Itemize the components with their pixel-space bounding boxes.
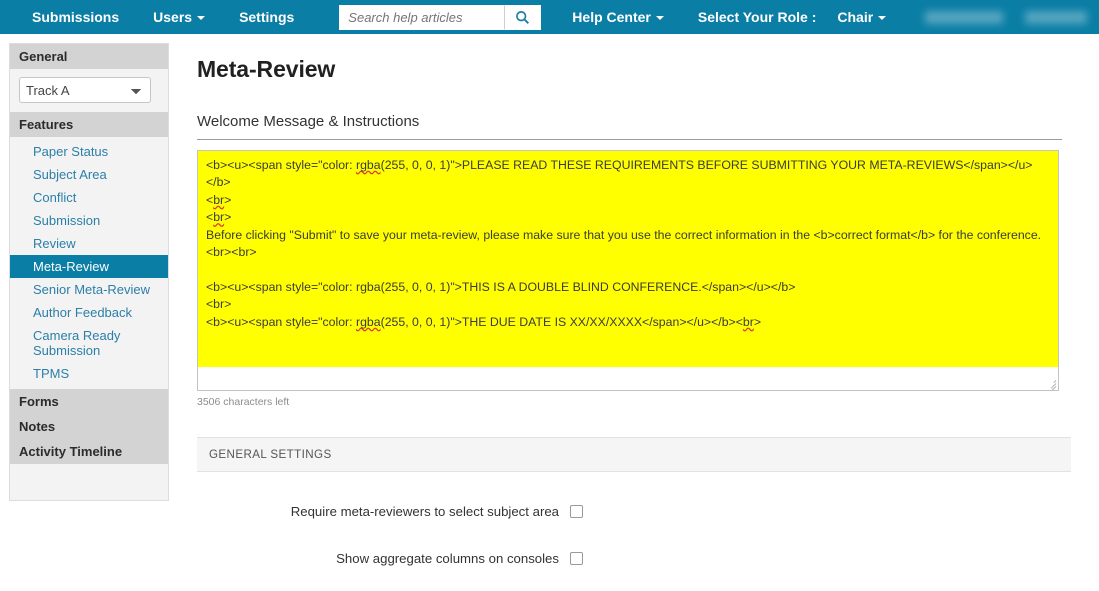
editor-text: <b><u><span style="color: xyxy=(206,314,356,329)
sidebar-item-paper-status[interactable]: Paper Status xyxy=(10,140,168,163)
editor-line: Before clicking "Submit" to save your me… xyxy=(206,227,1054,244)
redacted-user-name xyxy=(925,10,1004,24)
nav-item-users-label: Users xyxy=(153,9,193,25)
sidebar-item-tpms[interactable]: TPMS xyxy=(10,362,168,385)
character-counter: 3506 characters left xyxy=(197,396,290,408)
resize-handle[interactable] xyxy=(1044,376,1057,390)
sidebar-header-general: General xyxy=(10,44,168,69)
role-dropdown[interactable]: Chair xyxy=(820,0,903,34)
editor-text: </b> xyxy=(206,175,231,190)
spellcheck-word: br xyxy=(213,192,225,207)
welcome-message-textarea[interactable]: <b><u><span style="color: rgba(255, 0, 0… xyxy=(197,150,1059,391)
editor-text: (255, 0, 0, 1)">THE DUE DATE IS XX/XX/XX… xyxy=(380,314,743,329)
sidebar-item-meta-review[interactable]: Meta-Review xyxy=(10,255,168,278)
nav-item-submissions[interactable]: Submissions xyxy=(0,0,136,34)
help-center-label: Help Center xyxy=(572,9,651,25)
option-row-show-aggregate-columns: Show aggregate columns on consoles xyxy=(197,535,583,582)
option-label: Show aggregate columns on consoles xyxy=(336,551,559,566)
editor-line: <b><u><span style="color: rgba(255, 0, 0… xyxy=(206,279,1054,296)
sidebar-item-senior-meta-review[interactable]: Senior Meta-Review xyxy=(10,278,168,301)
spellcheck-word: br xyxy=(213,210,225,225)
sidebar-item-submission[interactable]: Submission xyxy=(10,209,168,232)
nav-item-help-center[interactable]: Help Center xyxy=(555,0,681,34)
chevron-down-icon xyxy=(655,16,664,21)
nav-item-users[interactable]: Users xyxy=(136,0,222,34)
spellcheck-word: br xyxy=(742,314,754,329)
top-navbar: Submissions Users Settings Help Center S… xyxy=(0,0,1099,34)
sidebar-item-review[interactable]: Review xyxy=(10,232,168,255)
editor-line: <b><u><span style="color: rgba(255, 0, 0… xyxy=(206,314,1054,331)
option-row-add-as-meta-reviewer: Add as meta-reviewer when user accepts m… xyxy=(197,582,583,591)
help-search xyxy=(339,4,542,30)
editor-line: <br> xyxy=(206,296,1054,313)
spellcheck-word: rgba xyxy=(355,158,381,172)
select-role-label: Select Your Role : xyxy=(697,9,817,25)
editor-text: <br><br> xyxy=(206,245,257,260)
navbar-right: Help Center Select Your Role : Chair xyxy=(555,0,1088,34)
sidebar-header-forms[interactable]: Forms xyxy=(10,389,168,414)
sidebar-item-camera-ready-submission[interactable]: Camera Ready Submission xyxy=(10,324,168,362)
option-row-require-subject-area: Require meta-reviewers to select subject… xyxy=(197,488,583,535)
nav-item-settings[interactable]: Settings xyxy=(222,0,311,34)
editor-line: </b> xyxy=(206,174,1054,191)
search-button[interactable] xyxy=(504,4,542,30)
general-settings-header: GENERAL SETTINGS xyxy=(197,437,1071,472)
sidebar-header-features: Features xyxy=(10,112,168,137)
editor-text: Before clicking "Submit" to save your me… xyxy=(206,227,1042,242)
editor-text: <br> xyxy=(206,297,232,312)
editor-text: <b><u><span style="color: xyxy=(206,158,356,172)
editor-text: > xyxy=(753,314,762,329)
editor-text: > xyxy=(224,210,232,225)
checkbox-require-subject-area[interactable] xyxy=(570,505,583,518)
track-select[interactable]: Track A xyxy=(19,77,151,103)
page-body: General Track A Features Paper Status Su… xyxy=(0,34,1099,591)
checkbox-show-aggregate-columns[interactable] xyxy=(570,552,583,565)
redacted-sign-out xyxy=(1025,10,1088,24)
editor-line: <br> xyxy=(206,192,1054,209)
track-select-wrap: Track A xyxy=(10,69,168,112)
general-settings-options: Require meta-reviewers to select subject… xyxy=(197,488,1062,591)
editor-text: (255, 0, 0, 1)">PLEASE READ THESE REQUIR… xyxy=(380,158,1033,172)
editor-line: <br> xyxy=(206,209,1054,226)
page-title: Meta-Review xyxy=(197,56,336,82)
chevron-down-icon xyxy=(197,16,206,21)
role-value: Chair xyxy=(837,9,874,25)
sidebar-item-author-feedback[interactable]: Author Feedback xyxy=(10,301,168,324)
welcome-message-editor-wrap: <b><u><span style="color: rgba(255, 0, 0… xyxy=(197,150,1062,408)
welcome-message-text[interactable]: <b><u><span style="color: rgba(255, 0, 0… xyxy=(198,151,1058,367)
sidebar-item-subject-area[interactable]: Subject Area xyxy=(10,163,168,186)
sidebar-feature-list: Paper Status Subject Area Conflict Submi… xyxy=(10,137,168,389)
spellcheck-word: rgba xyxy=(355,314,381,329)
editor-text: <b><u><span style="color: rgba(255, 0, 0… xyxy=(206,279,796,294)
sidebar-header-activity-timeline[interactable]: Activity Timeline xyxy=(10,439,168,464)
sidebar: General Track A Features Paper Status Su… xyxy=(9,43,169,501)
sidebar-item-conflict[interactable]: Conflict xyxy=(10,186,168,209)
option-label: Require meta-reviewers to select subject… xyxy=(290,504,559,519)
search-input[interactable] xyxy=(339,4,505,30)
editor-line: <br><br> xyxy=(206,244,1054,261)
editor-text: > xyxy=(224,192,232,207)
search-icon xyxy=(516,10,530,24)
editor-line: <b><u><span style="color: rgba(255, 0, 0… xyxy=(206,157,1054,174)
sidebar-header-notes[interactable]: Notes xyxy=(10,414,168,439)
chevron-down-icon xyxy=(878,16,887,21)
main-content: Meta-Review Welcome Message & Instructio… xyxy=(169,34,1099,591)
welcome-message-section-title: Welcome Message & Instructions xyxy=(197,113,1062,140)
